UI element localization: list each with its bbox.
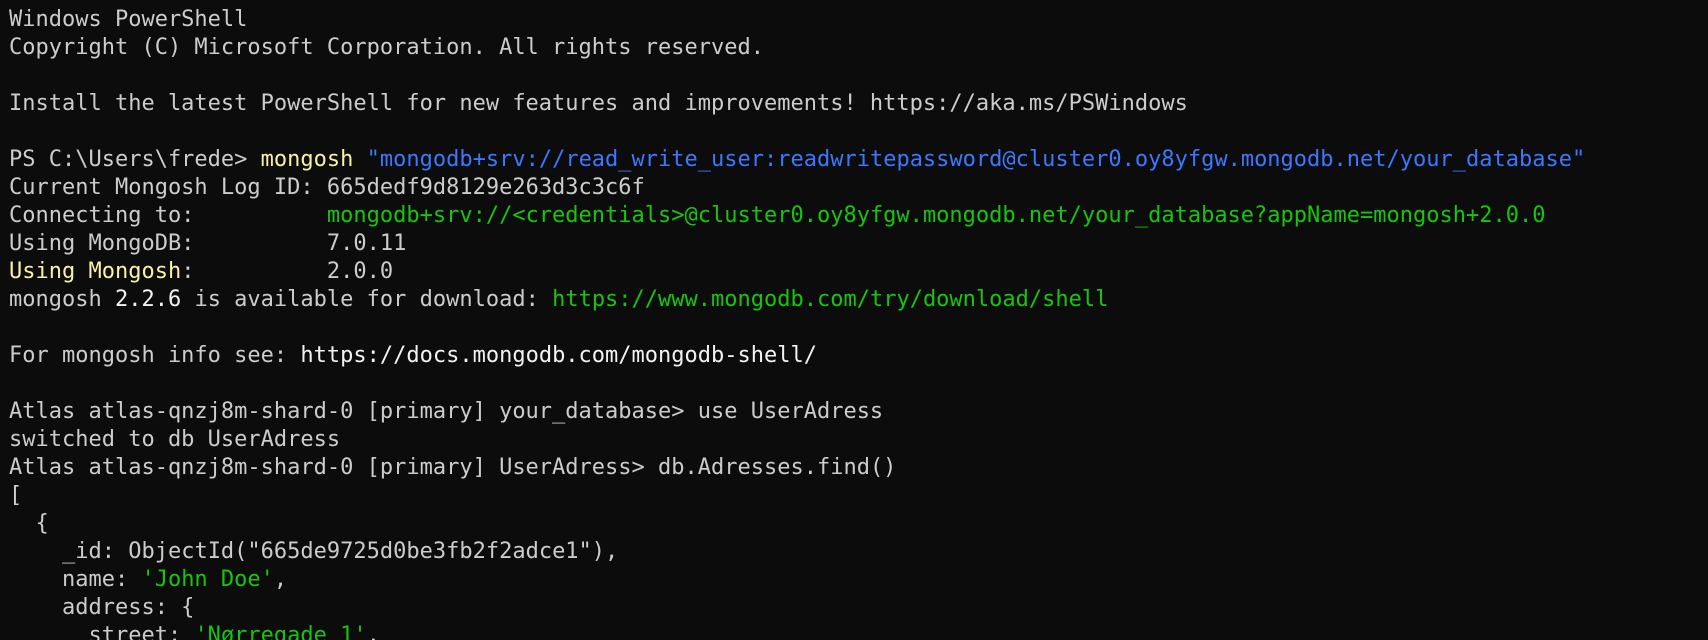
connecting-line: Connecting to: mongodb+srv://<credential… <box>9 202 1708 230</box>
command-text: use UserAdress <box>697 399 884 424</box>
switched-db-output: switched to db UserAdress <box>9 427 341 452</box>
name-comma: , <box>273 567 288 592</box>
result-open-bracket: [ <box>9 482 1708 510</box>
header-title-line: Windows PowerShell <box>9 6 1708 34</box>
address-key: address: { <box>9 595 195 620</box>
info-line: For mongosh info see: https://docs.mongo… <box>9 342 1708 370</box>
update-url[interactable]: https://www.mongodb.com/try/download/she… <box>552 287 1108 312</box>
name-key: name: <box>9 567 142 592</box>
info-url[interactable]: https://docs.mongodb.com/mongodb-shell/ <box>300 343 817 368</box>
command-line-find: Atlas atlas-qnzj8m-shard-0 [primary] Use… <box>9 454 1708 482</box>
command-line-mongosh: PS C:\Users\frede> mongosh "mongodb+srv:… <box>9 146 1708 174</box>
mongodb-label: Using MongoDB: <box>9 231 327 256</box>
street-value: 'Nørregade 1' <box>194 623 367 640</box>
mongosh-value: 2.0.0 <box>326 259 394 284</box>
name-value: 'John Doe' <box>141 567 274 592</box>
result-street-line: street: 'Nørregade 1', <box>9 622 1708 640</box>
header-copyright: Copyright (C) Microsoft Corporation. All… <box>9 35 764 60</box>
log-id-value: 665dedf9d8129e263d3c3c6f <box>326 175 645 200</box>
id-key: _id: <box>9 539 129 564</box>
info-prefix: For mongosh info see: <box>9 343 301 368</box>
switched-db-line: switched to db UserAdress <box>9 426 1708 454</box>
atlas-prompt: Atlas atlas-qnzj8m-shard-0 [primary] Use… <box>9 455 659 480</box>
update-available-line: mongosh 2.2.6 is available for download:… <box>9 286 1708 314</box>
street-comma: , <box>366 623 380 640</box>
powershell-terminal[interactable]: Windows PowerShell Copyright (C) Microso… <box>0 0 1708 640</box>
command-line-use: Atlas atlas-qnzj8m-shard-0 [primary] you… <box>9 398 1708 426</box>
connecting-value: mongodb+srv://<credentials>@cluster0.oy8… <box>326 203 1546 228</box>
result-address-line: address: { <box>9 594 1708 622</box>
update-version: 2.2.6 <box>114 287 182 312</box>
result-name-line: name: 'John Doe', <box>9 566 1708 594</box>
ps-prompt: PS C:\Users\frede> <box>9 147 261 172</box>
atlas-prompt: Atlas atlas-qnzj8m-shard-0 [primary] you… <box>9 399 698 424</box>
result-open-brace: { <box>9 510 1708 538</box>
log-id-label: Current Mongosh Log ID: <box>9 175 327 200</box>
mongodb-version-line: Using MongoDB: 7.0.11 <box>9 230 1708 258</box>
update-prefix: mongosh <box>9 287 115 312</box>
street-key: street: <box>9 623 195 640</box>
update-mid: is available for download: <box>181 287 553 312</box>
command-argument: "mongodb+srv://read_write_user:readwrite… <box>366 147 1586 172</box>
mongodb-value: 7.0.11 <box>326 231 407 256</box>
install-message-line: Install the latest PowerShell for new fe… <box>9 90 1708 118</box>
mongosh-label: Using Mongosh <box>9 259 182 284</box>
id-value: ObjectId("665de9725d0be3fb2f2adce1") <box>128 539 606 564</box>
command-program: mongosh <box>260 147 354 172</box>
install-message: Install the latest PowerShell for new fe… <box>9 91 1188 116</box>
id-comma: , <box>605 539 619 564</box>
open-brace: { <box>9 511 49 536</box>
command-text: db.Adresses.find() <box>658 455 897 480</box>
log-id-line: Current Mongosh Log ID: 665dedf9d8129e26… <box>9 174 1708 202</box>
connecting-label: Connecting to: <box>9 203 327 228</box>
header-title: Windows PowerShell <box>9 7 248 32</box>
result-id-line: _id: ObjectId("665de9725d0be3fb2f2adce1"… <box>9 538 1708 566</box>
mongosh-version-line: Using Mongosh: 2.0.0 <box>9 258 1708 286</box>
mongosh-colon: : <box>181 259 327 284</box>
open-bracket: [ <box>9 483 23 508</box>
header-copyright-line: Copyright (C) Microsoft Corporation. All… <box>9 34 1708 62</box>
